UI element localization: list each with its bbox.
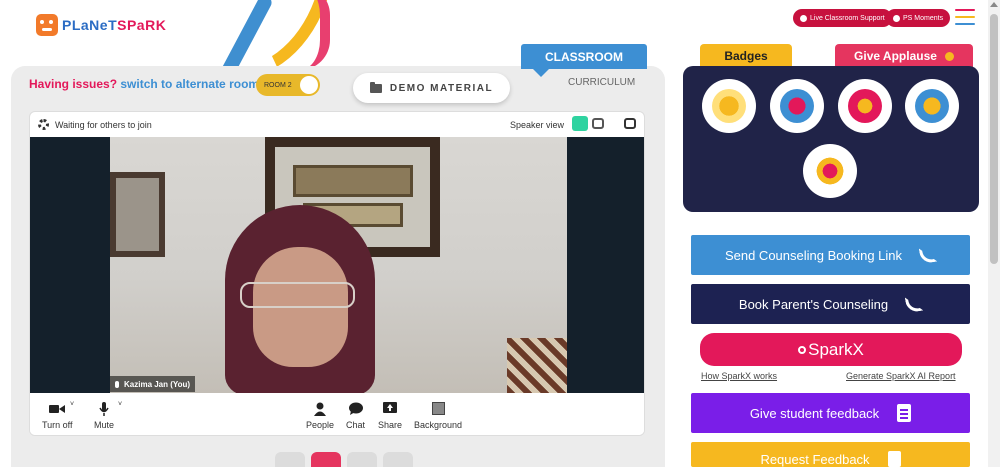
power-icon[interactable] [311, 452, 341, 467]
badge-planet[interactable] [803, 144, 857, 198]
badge-trophy[interactable] [702, 79, 756, 133]
view-mode-label: Speaker view [510, 120, 565, 130]
video-area [30, 137, 644, 393]
give-student-feedback-button[interactable]: Give student feedback [691, 393, 970, 433]
clap-hand-icon [944, 51, 954, 61]
turn-off-label: Turn off [42, 420, 73, 430]
bottom-toolbar [275, 452, 413, 467]
robot-logo-icon [36, 14, 58, 36]
grid-view-icon[interactable] [592, 118, 604, 129]
tab-curriculum[interactable]: CURRICULUM [568, 77, 635, 88]
badge-superhero[interactable] [770, 79, 824, 133]
chat-label: Chat [346, 420, 366, 430]
clipboard-icon [897, 404, 912, 422]
moments-icon [893, 14, 900, 22]
video-camera-icon [49, 401, 66, 416]
support-icon [800, 14, 807, 22]
decor-arc-pink [300, 0, 330, 70]
badges-panel [683, 66, 979, 212]
share-label: Share [378, 420, 403, 430]
tab-badges[interactable]: Badges [700, 44, 792, 68]
issues-question: Having issues? [29, 77, 118, 91]
book-parent-counseling-button[interactable]: Book Parent's Counseling [691, 284, 970, 324]
request-feedback-button[interactable]: Request Feedback [691, 442, 970, 467]
people-icon [314, 401, 327, 416]
background-icon [431, 401, 445, 416]
share-screen-icon [383, 401, 398, 416]
participant-name: Kazima Jan (You) [124, 379, 191, 389]
vertical-scrollbar[interactable] [988, 0, 1000, 467]
how-sparkx-works-link[interactable]: How SparkX works [701, 371, 777, 381]
demo-material-label: DEMO MATERIAL [389, 82, 494, 94]
chat-button[interactable]: Chat [346, 401, 365, 430]
sparkx-icon [798, 345, 807, 354]
chat-icon [348, 401, 363, 416]
ps-moments-label: PS Moments [903, 14, 944, 22]
microphone-icon [99, 401, 109, 416]
video-options-chevron-icon[interactable]: ˅ [70, 401, 74, 408]
request-feedback-label: Request Feedback [760, 452, 870, 467]
ps-moments-button[interactable]: PS Moments [886, 9, 951, 27]
sparkx-button[interactable]: SparkX [700, 333, 962, 366]
meeting-topbar: Waiting for others to join Speaker view [30, 112, 644, 137]
mic-small-icon [115, 380, 119, 388]
meeting-controls: Turn off ˅ Mute ˅ People Chat Share Back… [30, 393, 644, 435]
send-counseling-label: Send Counseling Booking Link [724, 247, 903, 263]
video-meeting: Waiting for others to join Speaker view … [29, 111, 645, 436]
wall-frame-left [110, 172, 165, 257]
participant-name-tag: Kazima Jan (You) [110, 376, 196, 392]
whiteboard-icon[interactable] [347, 452, 377, 467]
rug-pattern [507, 338, 567, 393]
generate-ai-report-link[interactable]: Generate SparkX AI Report [846, 371, 956, 381]
scroll-up-arrow-icon[interactable] [990, 2, 998, 7]
sparkx-label: SparkX [808, 339, 864, 359]
badge-meditation[interactable] [838, 79, 892, 133]
speaker-view-icon[interactable] [572, 116, 588, 131]
demo-material-button[interactable]: DEMO MATERIAL [353, 73, 510, 103]
share-button[interactable]: Share [378, 401, 402, 430]
give-feedback-label: Give student feedback [749, 405, 880, 421]
logo-text: PLaNeTSPaRK [62, 17, 166, 33]
logo-spark: SPaRK [117, 17, 167, 33]
glasses [240, 282, 355, 308]
live-classroom-support-button[interactable]: Live Classroom Support [793, 9, 892, 27]
document-icon [887, 451, 901, 467]
audio-options-chevron-icon[interactable]: ˅ [118, 401, 122, 408]
people-label: People [306, 420, 335, 430]
phone-icon [904, 294, 924, 314]
live-support-label: Live Classroom Support [810, 14, 885, 22]
room-label: ROOM 2 [264, 81, 292, 89]
badge-lock[interactable] [905, 79, 959, 133]
give-applause-label: Give Applause [854, 49, 937, 63]
participant-video [110, 137, 567, 393]
people-button[interactable]: People [306, 401, 334, 430]
expand-icon[interactable] [275, 452, 305, 467]
background-button[interactable]: Background [414, 401, 462, 430]
gear-icon[interactable] [38, 119, 49, 130]
send-counseling-link-button[interactable]: Send Counseling Booking Link [691, 235, 970, 275]
turn-off-video-button[interactable]: Turn off ˅ [42, 401, 74, 430]
folder-icon [369, 81, 382, 93]
palette-icon[interactable] [383, 452, 413, 467]
room-toggle[interactable]: ROOM 2 [256, 74, 320, 96]
issues-notice: Having issues? switch to alternate room [29, 77, 259, 91]
hamburger-menu-icon[interactable] [955, 9, 975, 27]
give-applause-button[interactable]: Give Applause [835, 44, 973, 68]
book-counseling-label: Book Parent's Counseling [738, 296, 889, 312]
phone-icon [918, 245, 938, 265]
mute-button[interactable]: Mute ˅ [94, 401, 122, 430]
popout-icon[interactable] [624, 118, 636, 129]
tab-classroom[interactable]: CLASSROOM [521, 44, 647, 77]
mute-label: Mute [94, 420, 115, 430]
meeting-status: Waiting for others to join [55, 120, 152, 130]
logo-planet: PLaNeT [62, 17, 118, 33]
planetspark-logo[interactable]: PLaNeTSPaRK [36, 14, 166, 36]
background-label: Background [414, 420, 463, 430]
toggle-knob [300, 76, 318, 94]
scroll-thumb[interactable] [990, 14, 998, 264]
switch-room-link[interactable]: switch to alternate room [120, 77, 259, 91]
